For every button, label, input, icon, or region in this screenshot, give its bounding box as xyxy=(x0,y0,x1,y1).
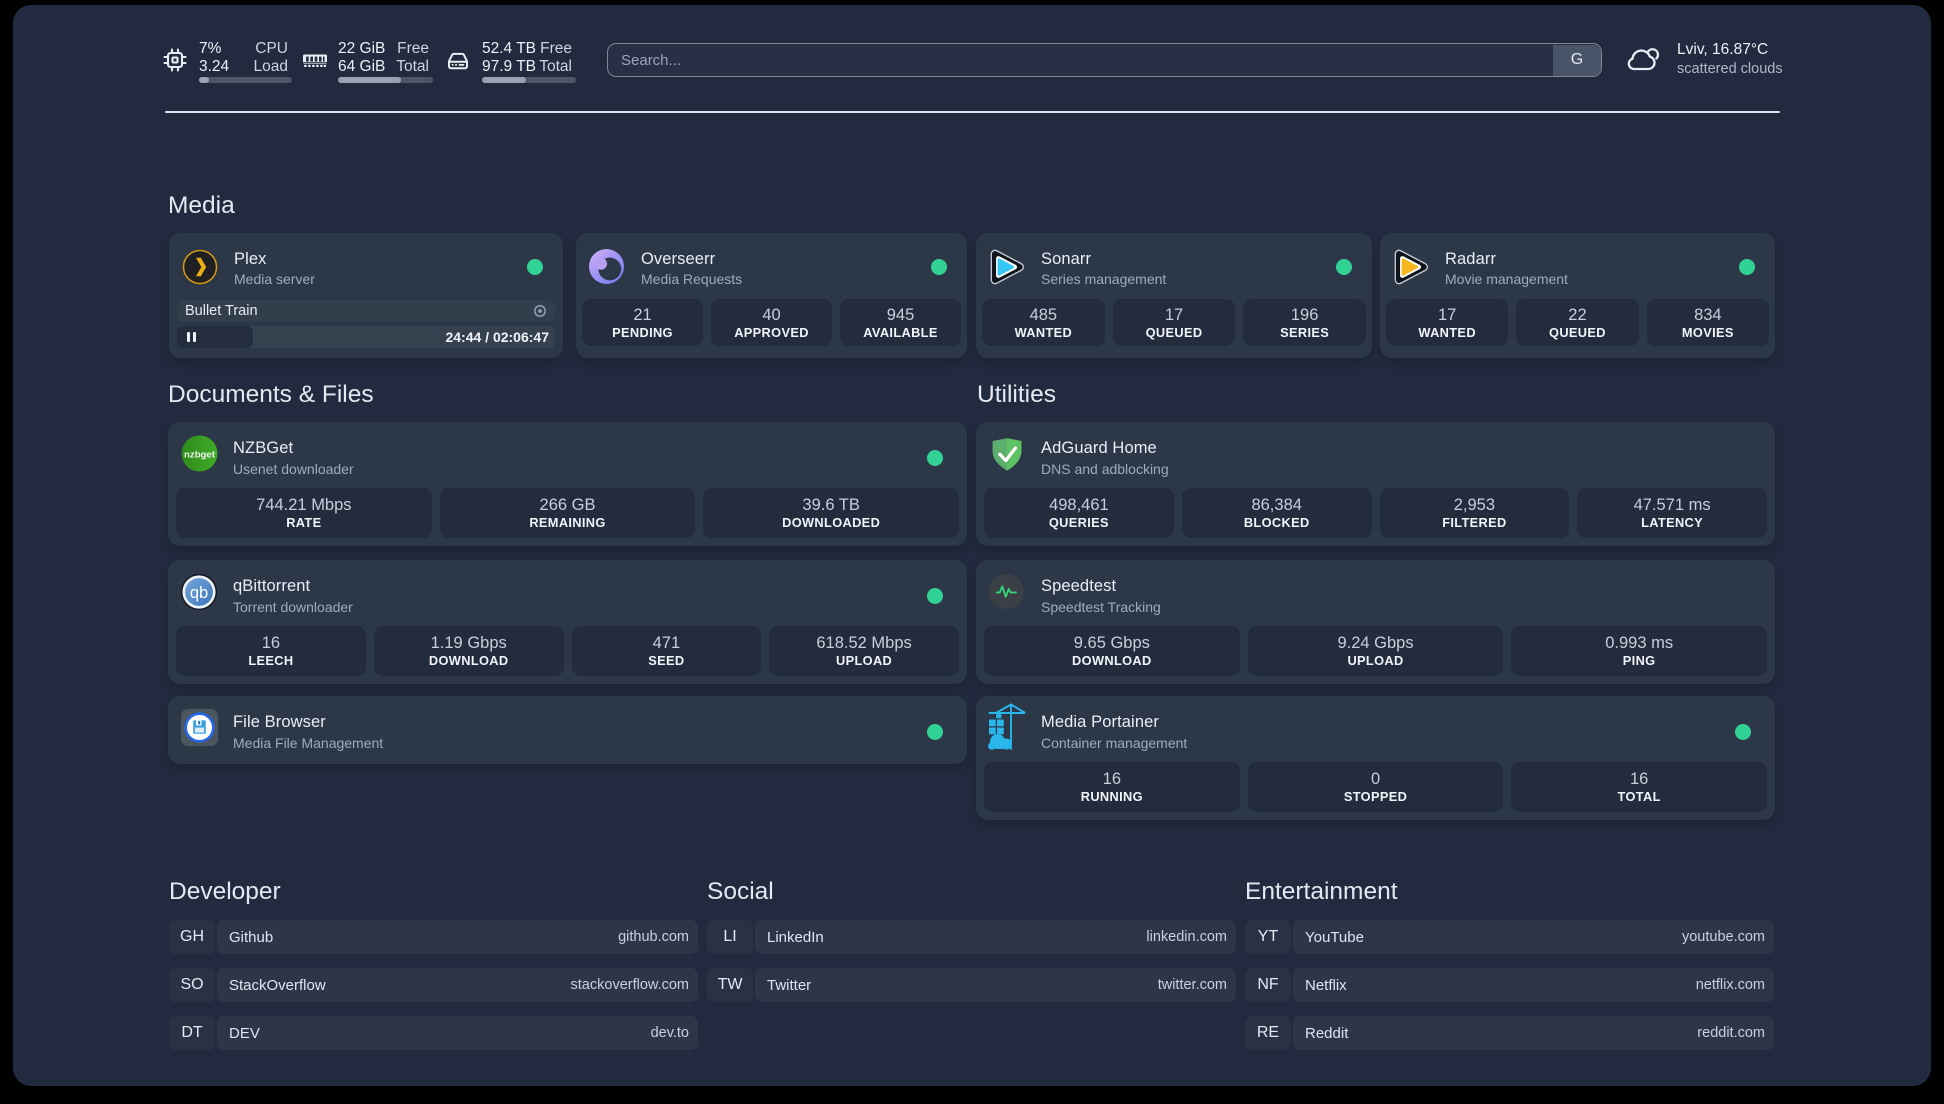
svg-text:nzbget: nzbget xyxy=(184,449,216,460)
svg-text:qb: qb xyxy=(190,584,208,602)
